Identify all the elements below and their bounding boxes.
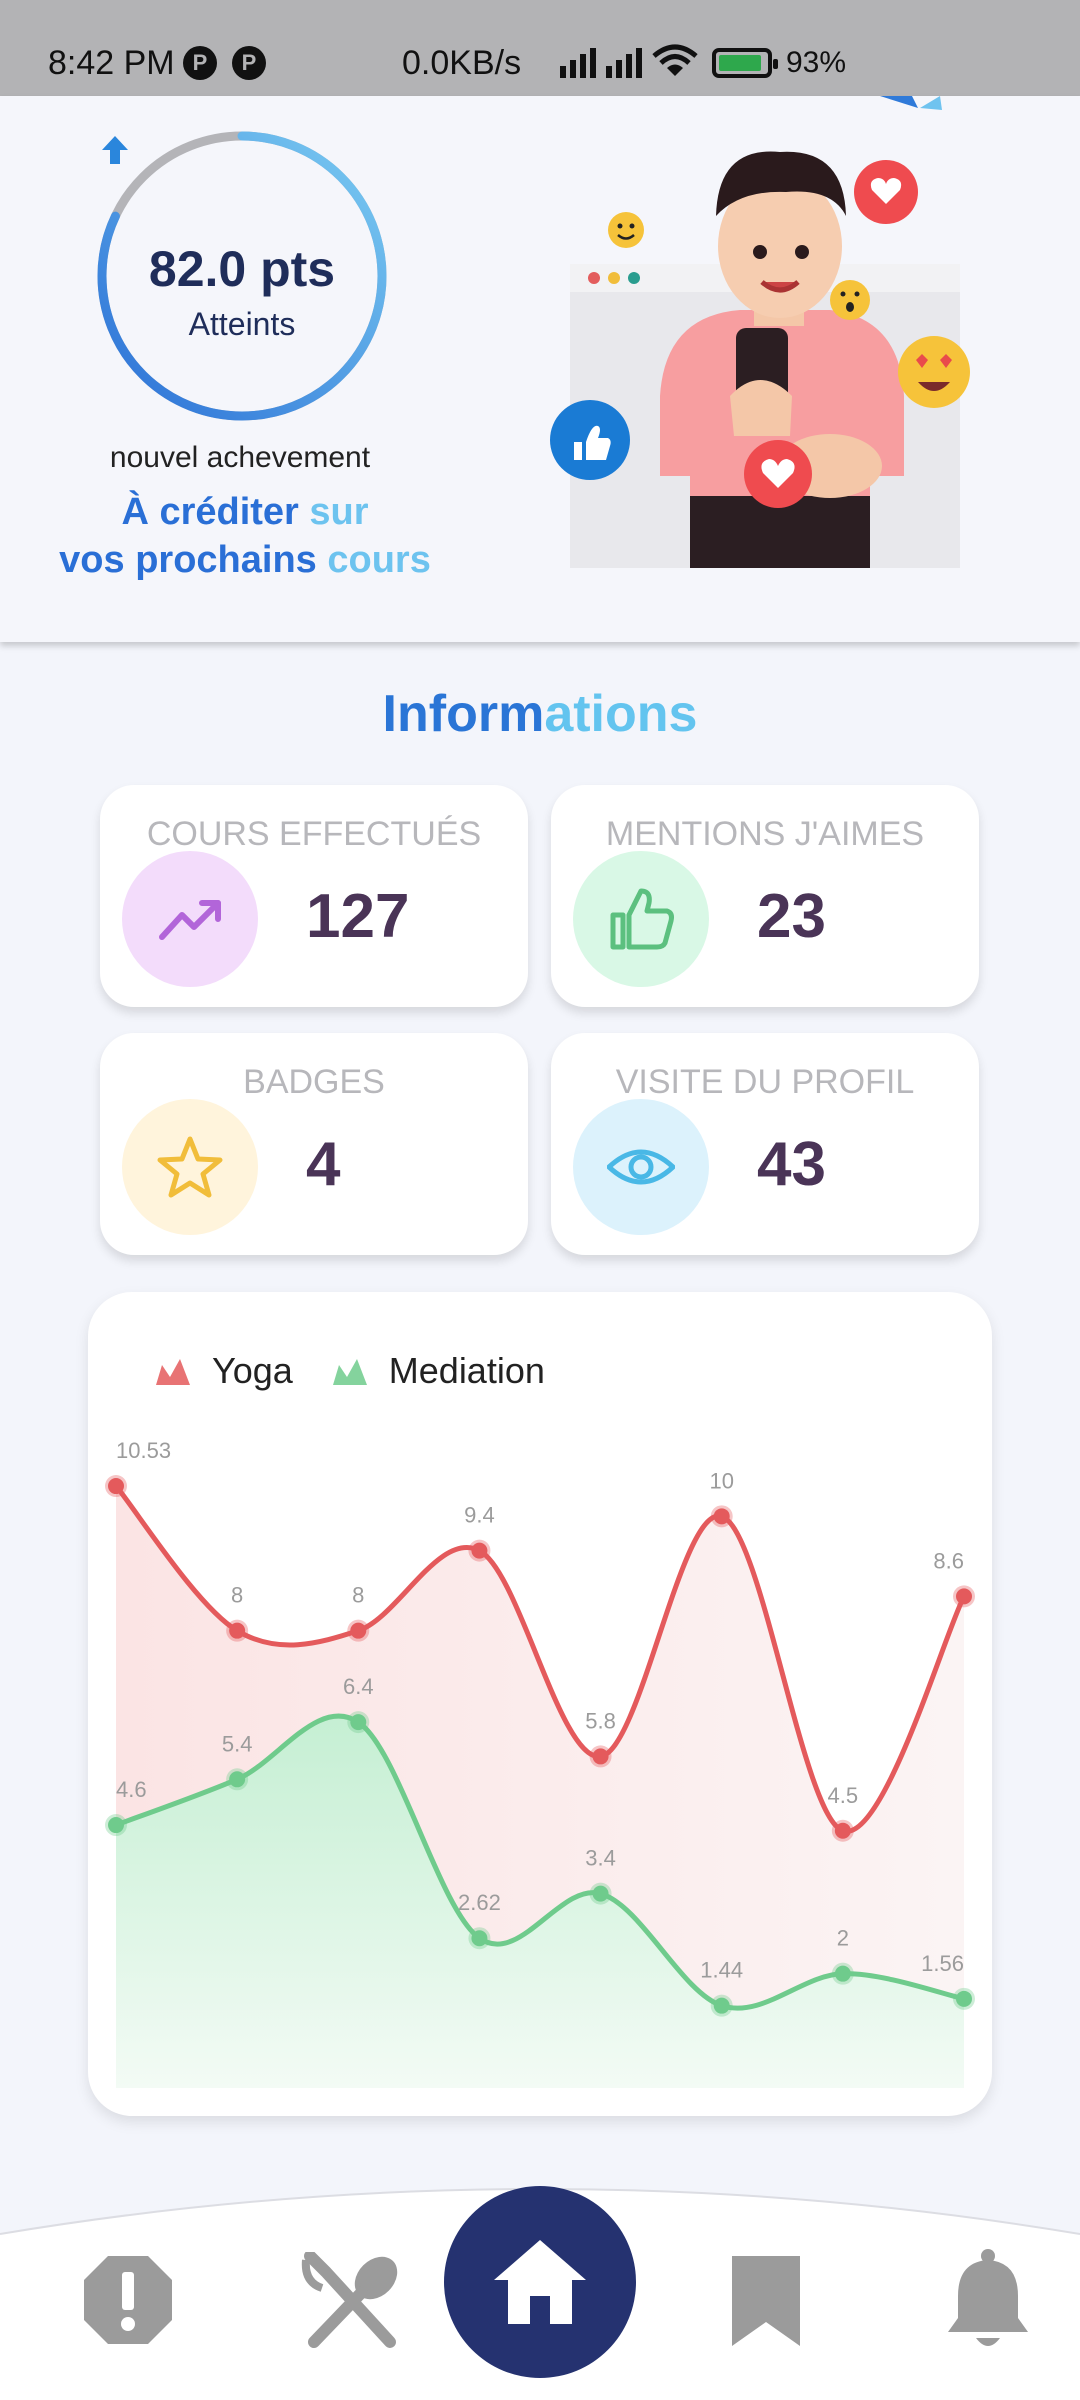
stat-card-profile-visits[interactable]: VISITE DU PROFIL 43 — [551, 1033, 979, 1255]
data-point[interactable] — [108, 1817, 124, 1834]
data-label: 5.4 — [222, 1731, 253, 1756]
achievement-panel: 82.0 pts Atteints nouvel achevement À cr… — [0, 96, 1080, 642]
signal-icon — [606, 44, 642, 78]
bell-icon[interactable] — [944, 2248, 1032, 2352]
signal-icons — [560, 44, 698, 78]
credit-line2-a: vos prochains — [59, 539, 317, 581]
stat-label: VISITE DU PROFIL — [615, 1063, 915, 1101]
home-button[interactable] — [444, 2186, 636, 2378]
stat-card-badges[interactable]: BADGES 4 — [100, 1033, 528, 1255]
data-label: 5.8 — [585, 1708, 616, 1733]
eye-icon — [573, 1099, 709, 1235]
points-ring: 82.0 pts Atteints — [96, 130, 388, 422]
data-label: 10 — [709, 1468, 733, 1493]
data-point[interactable] — [956, 1588, 972, 1605]
data-label: 8.6 — [933, 1548, 964, 1573]
data-label: 2.62 — [458, 1890, 501, 1915]
data-point[interactable] — [592, 1748, 609, 1765]
signal-icon — [560, 44, 596, 78]
data-point[interactable] — [350, 1622, 367, 1639]
credit-line1-a: À créditer — [121, 491, 299, 533]
stat-value: 43 — [757, 1130, 826, 1199]
social-media-illustration — [550, 96, 970, 568]
stat-value: 127 — [306, 882, 410, 951]
points-value: 82.0 pts — [148, 241, 336, 297]
stat-label: BADGES — [243, 1063, 385, 1101]
data-label: 8 — [231, 1583, 243, 1608]
data-point[interactable] — [108, 1478, 124, 1495]
data-label: 1.44 — [700, 1958, 743, 1983]
data-label: 10.53 — [116, 1438, 171, 1463]
data-label: 6.4 — [343, 1674, 374, 1699]
alert-icon[interactable] — [80, 2252, 176, 2348]
data-point[interactable] — [713, 1997, 730, 2014]
notification-icon: P — [183, 46, 217, 80]
credit-text: À créditer sur vos prochains cours — [40, 488, 450, 584]
data-point[interactable] — [956, 1990, 972, 2007]
data-point[interactable] — [350, 1714, 367, 1731]
data-label: 4.6 — [116, 1777, 147, 1802]
credit-line1-b: sur — [298, 491, 369, 533]
stat-value: 4 — [306, 1130, 341, 1199]
stat-card-courses[interactable]: COURS EFFECTUÉS 127 — [100, 785, 528, 1007]
data-label: 8 — [352, 1583, 364, 1608]
food-icon[interactable] — [300, 2252, 404, 2352]
data-label: 4.5 — [828, 1783, 859, 1808]
star-icon — [122, 1099, 258, 1235]
data-point[interactable] — [713, 1508, 730, 1525]
title-part2: ations — [544, 685, 698, 743]
data-point[interactable] — [229, 1771, 246, 1788]
bookmark-icon[interactable] — [728, 2252, 804, 2350]
trending-up-icon — [122, 851, 258, 987]
data-label: 3.4 — [585, 1846, 616, 1871]
credit-line2-b: cours — [316, 539, 431, 581]
status-time: 8:42 PM — [48, 44, 175, 82]
wifi-icon — [652, 44, 698, 76]
stat-card-likes[interactable]: MENTIONS J'AIMES 23 — [551, 785, 979, 1007]
data-point[interactable] — [834, 1822, 851, 1839]
area-chart: 10.53 8 8 9.4 5.8 10 4.5 8.6 4.6 5.4 6.4 2.62 3.4 1.4… — [105, 1438, 975, 2088]
data-point[interactable] — [592, 1885, 609, 1902]
points-caption: Atteints — [188, 306, 296, 342]
data-point[interactable] — [471, 1930, 488, 1947]
network-speed: 0.0KB/s — [402, 44, 522, 82]
data-point[interactable] — [229, 1622, 246, 1639]
stat-label: MENTIONS J'AIMES — [605, 815, 925, 853]
home-icon — [494, 2240, 586, 2324]
thumbs-up-icon — [573, 851, 709, 987]
stat-value: 23 — [757, 882, 826, 951]
informations-title: Informations — [0, 684, 1080, 744]
arrow-up-icon — [102, 136, 128, 164]
stat-label: COURS EFFECTUÉS — [146, 815, 482, 853]
battery-icon — [712, 48, 778, 78]
new-achievement-label: nouvel achevement — [109, 441, 371, 474]
notification-icon: P — [232, 46, 266, 80]
battery-percent: 93% — [786, 46, 847, 79]
data-point[interactable] — [834, 1965, 851, 1982]
status-bar: 8:42 PM P P 0.0KB/s 93% — [0, 0, 1080, 96]
data-point[interactable] — [471, 1542, 488, 1559]
activity-chart: Yoga Mediation 10.53 8 8 9.4 5.8 10 4.5 8.6 4.6 5… — [88, 1292, 992, 2116]
data-label: 1.56 — [921, 1951, 964, 1976]
data-label: 2 — [837, 1926, 849, 1951]
title-part1: Inform — [382, 685, 545, 743]
data-label: 9.4 — [464, 1503, 495, 1528]
